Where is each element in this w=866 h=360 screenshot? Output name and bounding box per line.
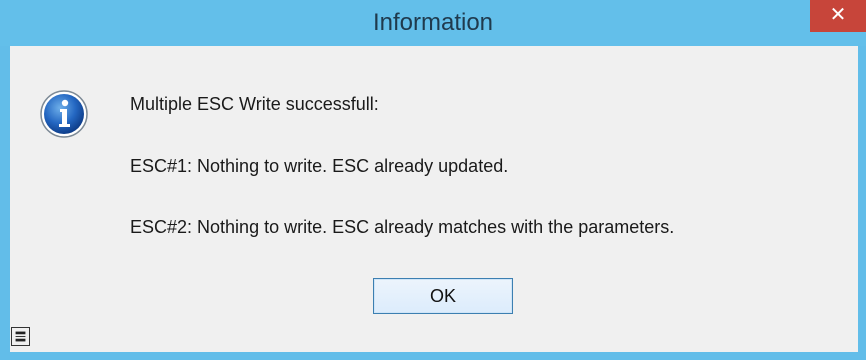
message-line-1: Multiple ESC Write successfull: bbox=[130, 94, 379, 114]
close-icon: ✕ bbox=[829, 4, 847, 26]
message-line-2: ESC#1: Nothing to write. ESC already upd… bbox=[130, 156, 509, 176]
close-button[interactable]: ✕ bbox=[810, 0, 866, 32]
window-title: Information bbox=[372, 9, 494, 36]
information-icon bbox=[40, 90, 88, 138]
window-state-icon[interactable] bbox=[11, 327, 30, 346]
dialog-body: Multiple ESC Write successfull: ESC#1: N… bbox=[10, 46, 858, 352]
ok-button[interactable]: OK bbox=[373, 278, 513, 314]
title-bar[interactable]: Information ✕ bbox=[0, 0, 866, 46]
dialog-window: Information ✕ Multiple ESC Write success… bbox=[0, 0, 866, 360]
message-line-3: ESC#2: Nothing to write. ESC already mat… bbox=[130, 217, 675, 237]
